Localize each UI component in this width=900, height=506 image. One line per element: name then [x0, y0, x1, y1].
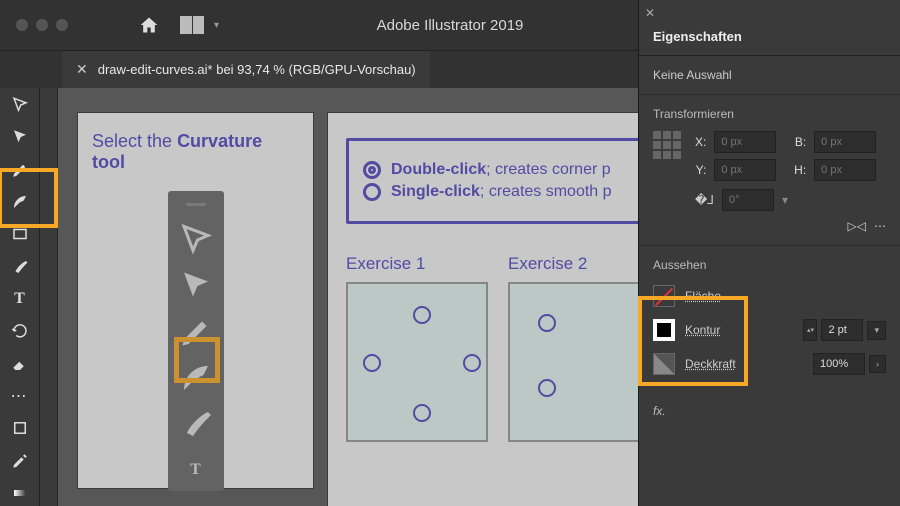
illustration-toolbar: T — [168, 191, 224, 491]
highlight-mini-curvature — [174, 337, 220, 383]
circle-icon — [538, 379, 556, 397]
toolbar: T ⋯ — [0, 88, 40, 506]
chevron-right-icon[interactable]: › — [869, 355, 886, 373]
opacity-swatch-icon[interactable] — [653, 353, 675, 375]
grip-icon — [186, 203, 206, 206]
transform-section: Transformieren X: B: Y: H: �⅃ — [639, 95, 900, 246]
arrange-documents-icon[interactable] — [180, 16, 204, 34]
height-input[interactable] — [814, 159, 876, 181]
double-circle-icon — [363, 161, 381, 179]
info-row-double-click: Double-click; creates corner p — [363, 161, 633, 179]
mini-paintbrush-icon — [178, 406, 214, 442]
zoom-window-icon[interactable] — [56, 19, 68, 31]
properties-tab[interactable]: Eigenschaften — [639, 18, 900, 56]
window-controls — [16, 19, 68, 31]
fill-label: Fläche — [685, 289, 721, 303]
close-window-icon[interactable] — [16, 19, 28, 31]
y-input[interactable] — [714, 159, 776, 181]
stroke-label: Kontur — [685, 323, 720, 337]
opacity-row[interactable]: Deckkraft › — [653, 350, 886, 378]
exercise-1-box — [346, 282, 488, 442]
eraser-tool[interactable] — [6, 351, 34, 377]
artboard-2: Double-click; creates corner p Single-cl… — [328, 113, 668, 506]
appearance-heading: Aussehen — [653, 258, 886, 272]
width-input[interactable] — [814, 131, 876, 153]
home-icon[interactable] — [138, 15, 160, 35]
stroke-row[interactable]: Kontur ▴▾ ▾ — [653, 316, 886, 344]
more-options-icon[interactable]: ⋯ — [874, 219, 886, 233]
gradient-tool[interactable] — [6, 480, 34, 506]
circle-icon — [413, 404, 431, 422]
chevron-down-icon[interactable]: ▾ — [867, 321, 886, 340]
minimize-window-icon[interactable] — [36, 19, 48, 31]
document-tab-label: draw-edit-curves.ai* bei 93,74 % (RGB/GP… — [98, 62, 416, 77]
properties-panel: ✕ Eigenschaften Keine Auswahl Transformi… — [638, 0, 900, 506]
appearance-section: Aussehen Fläche Kontur ▴▾ ▾ Deckkraft › — [639, 246, 900, 396]
single-circle-icon — [363, 183, 381, 201]
info-box: Double-click; creates corner p Single-cl… — [346, 138, 650, 224]
info-row-single-click: Single-click; creates smooth p — [363, 183, 633, 201]
close-tab-icon[interactable]: ✕ — [76, 61, 88, 78]
chevron-down-icon[interactable]: ▾ — [214, 20, 219, 31]
fill-swatch-none-icon[interactable] — [653, 285, 675, 307]
exercise-2: Exercise 2 — [508, 254, 650, 442]
pen-tool[interactable] — [6, 157, 34, 183]
x-label: X: — [695, 135, 706, 149]
flip-horizontal-icon[interactable]: ▷◁ — [848, 219, 866, 233]
direct-selection-tool[interactable] — [6, 124, 34, 150]
more-tools-icon[interactable]: ⋯ — [6, 383, 34, 409]
document-tab[interactable]: ✕ draw-edit-curves.ai* bei 93,74 % (RGB/… — [62, 51, 430, 88]
fill-row[interactable]: Fläche — [653, 282, 886, 310]
rectangle-tool[interactable] — [6, 221, 34, 247]
stroke-weight-input[interactable] — [821, 319, 863, 341]
fx-label[interactable]: fx. — [639, 396, 900, 426]
mini-selection-icon — [178, 222, 214, 258]
circle-icon — [538, 314, 556, 332]
no-selection-label: Keine Auswahl — [653, 68, 886, 82]
exercise-2-box — [508, 282, 650, 442]
stroke-stepper-icon[interactable]: ▴▾ — [803, 319, 817, 341]
type-tool[interactable]: T — [6, 286, 34, 312]
exercise-2-title: Exercise 2 — [508, 254, 650, 274]
mini-type-icon: T — [178, 452, 214, 488]
y-label: Y: — [695, 163, 706, 177]
angle-icon: �⅃ — [695, 193, 714, 207]
chevron-down-icon[interactable]: ▾ — [782, 193, 788, 207]
transform-heading: Transformieren — [653, 107, 886, 121]
x-input[interactable] — [714, 131, 776, 153]
opacity-input[interactable] — [813, 353, 865, 375]
artboard-1: Select the Curvature tool T — [78, 113, 313, 488]
curvature-tool[interactable] — [6, 189, 34, 215]
h-label: H: — [794, 163, 806, 177]
app-title: Adobe Illustrator 2019 — [377, 17, 524, 34]
circle-icon — [363, 354, 381, 372]
opacity-label: Deckkraft — [685, 357, 736, 371]
artboard-tool[interactable] — [6, 415, 34, 441]
selection-tool[interactable] — [6, 92, 34, 118]
ruler-vertical — [40, 88, 58, 506]
b-label: B: — [794, 135, 806, 149]
angle-input[interactable] — [722, 189, 774, 211]
artboard-1-title: Select the Curvature tool — [78, 113, 313, 191]
circle-icon — [463, 354, 481, 372]
exercise-1-title: Exercise 1 — [346, 254, 488, 274]
eyedropper-tool[interactable] — [6, 447, 34, 473]
panel-close-icon[interactable]: ✕ — [645, 6, 655, 20]
paintbrush-tool[interactable] — [6, 254, 34, 280]
reference-point-icon[interactable] — [653, 131, 681, 159]
mini-direct-selection-icon — [178, 268, 214, 304]
rotate-tool[interactable] — [6, 318, 34, 344]
selection-section: Keine Auswahl — [639, 56, 900, 95]
exercise-1: Exercise 1 — [346, 254, 488, 442]
stroke-swatch-icon[interactable] — [653, 319, 675, 341]
circle-icon — [413, 306, 431, 324]
